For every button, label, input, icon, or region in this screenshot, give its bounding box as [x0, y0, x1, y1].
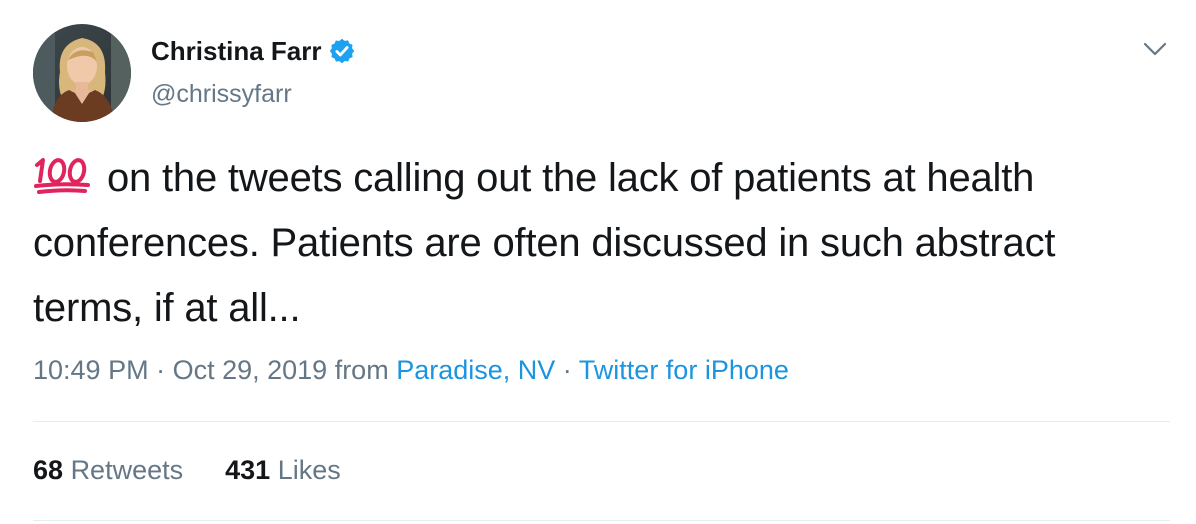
tweet-meta: 10:49 PM · Oct 29, 2019 from Paradise, N… [33, 352, 789, 388]
likes-count: 431 [225, 455, 271, 485]
verified-badge-icon [329, 38, 354, 64]
divider [33, 520, 1170, 521]
avatar[interactable] [33, 24, 131, 122]
tweet-source-link[interactable]: Twitter for iPhone [579, 355, 789, 385]
meta-separator: · [555, 355, 579, 385]
hundred-points-emoji [34, 158, 90, 194]
meta-separator: · [148, 355, 173, 385]
tweet-card: Christina Farr @chrissyfarr on the tweet… [0, 0, 1196, 524]
retweets-count: 68 [33, 455, 64, 485]
likes-stat[interactable]: 431 Likes [225, 452, 341, 488]
chevron-down-icon[interactable] [1142, 36, 1168, 62]
tweet-time[interactable]: 10:49 PM [33, 355, 149, 385]
tweet-text: on the tweets calling out the lack of pa… [33, 146, 1173, 341]
tweet-stats: 68 Retweets 431 Likes [33, 452, 341, 488]
tweet-date[interactable]: Oct 29, 2019 [173, 355, 328, 385]
tweet-location-link[interactable]: Paradise, NV [396, 355, 555, 385]
author-name-row: Christina Farr [151, 35, 356, 67]
likes-label: Likes [277, 455, 341, 485]
meta-from: from [327, 355, 397, 385]
divider [33, 421, 1170, 422]
retweets-stat[interactable]: 68 Retweets [33, 452, 183, 488]
tweet-text-content: on the tweets calling out the lack of pa… [33, 156, 1056, 330]
author-display-name[interactable]: Christina Farr [151, 35, 322, 67]
author-handle[interactable]: @chrissyfarr [151, 79, 292, 109]
avatar-image [33, 24, 131, 122]
retweets-label: Retweets [70, 455, 184, 485]
